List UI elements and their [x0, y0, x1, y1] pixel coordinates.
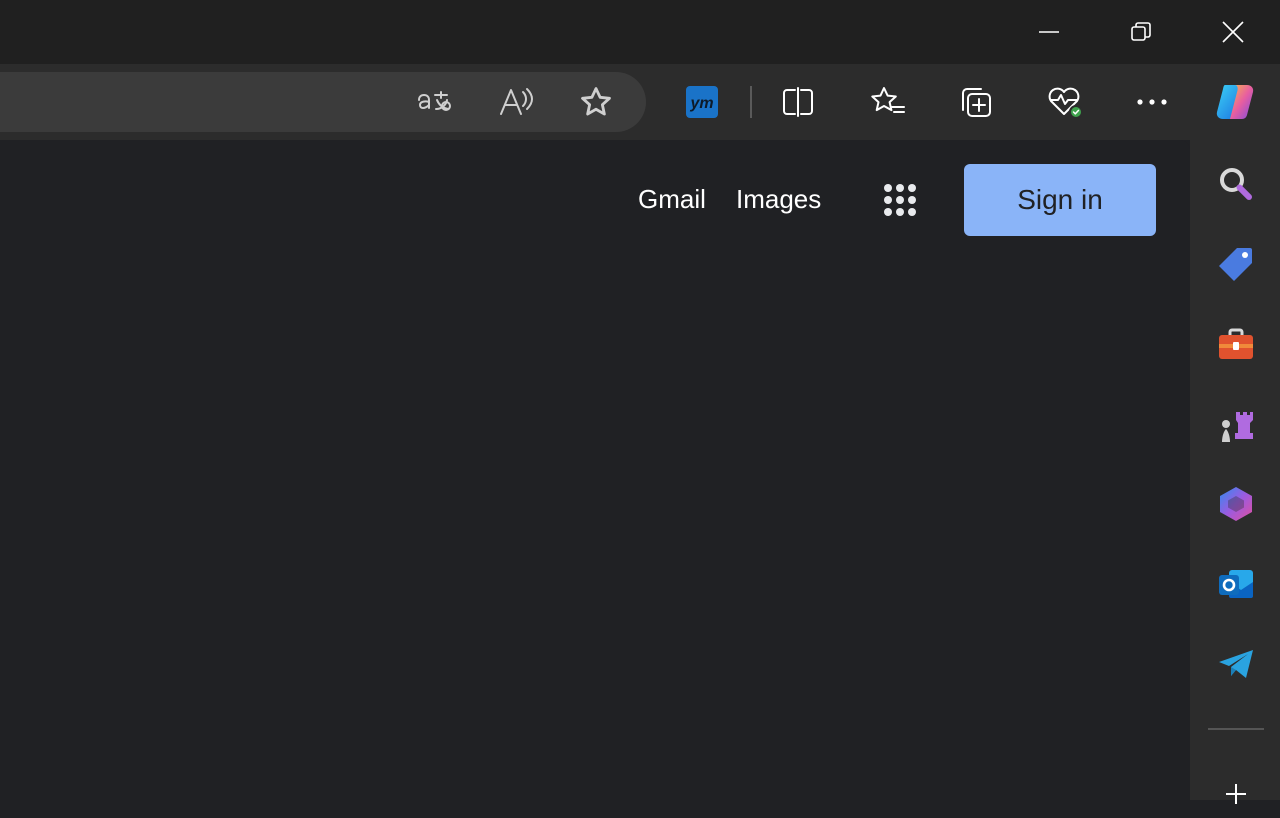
sidebar-item-outlook[interactable]: [1212, 560, 1260, 608]
copilot-button[interactable]: [1210, 76, 1262, 128]
yandex-music-extension-icon: ym: [686, 86, 718, 118]
edge-sidebar: [1190, 140, 1280, 800]
restore-button[interactable]: [1118, 8, 1164, 56]
address-bar[interactable]: [0, 72, 646, 132]
translate-icon: [418, 91, 451, 111]
minimize-icon: [1039, 31, 1059, 33]
sidebar-item-microsoft365[interactable]: [1212, 480, 1260, 528]
svg-text:ym: ym: [689, 95, 713, 112]
sidebar-divider: [1208, 728, 1264, 730]
collections-icon: [962, 88, 991, 117]
read-aloud-button[interactable]: [492, 78, 540, 126]
minimize-button[interactable]: [1026, 8, 1072, 56]
browser-toolbar: ym: [0, 64, 1280, 140]
games-icon: [1222, 412, 1253, 442]
search-icon: [1220, 168, 1252, 200]
sidebar-add-button[interactable]: [1212, 770, 1260, 818]
browser-essentials-button[interactable]: [1040, 78, 1088, 126]
telegram-icon: [1219, 650, 1253, 678]
extension-button[interactable]: ym: [678, 78, 726, 126]
tools-icon: [1219, 328, 1253, 359]
more-icon: [1137, 99, 1167, 105]
split-screen-button[interactable]: [774, 78, 822, 126]
favorite-button[interactable]: [572, 78, 620, 126]
close-icon: [1222, 21, 1244, 43]
images-link[interactable]: Images: [736, 184, 821, 215]
favorite-star-icon: [581, 87, 611, 116]
more-button[interactable]: [1128, 78, 1176, 126]
sidebar-item-games[interactable]: [1212, 400, 1260, 448]
split-screen-icon: [783, 87, 813, 117]
outlook-icon: [1219, 570, 1253, 598]
shopping-icon: [1219, 248, 1252, 281]
favorites-icon: [871, 87, 905, 113]
copilot-icon: [1216, 85, 1254, 119]
restore-icon: [1131, 22, 1151, 41]
collections-button[interactable]: [952, 78, 1000, 126]
sidebar-item-tools[interactable]: [1212, 320, 1260, 368]
sidebar-item-search[interactable]: [1212, 160, 1260, 208]
add-icon: [1226, 784, 1246, 804]
read-aloud-icon: [500, 88, 533, 115]
title-bar: [0, 0, 1280, 64]
toolbar-divider: [750, 86, 752, 118]
gmail-link[interactable]: Gmail: [638, 184, 706, 215]
sign-in-button[interactable]: Sign in: [964, 164, 1156, 236]
sidebar-item-shopping[interactable]: [1212, 240, 1260, 288]
google-apps-icon[interactable]: [878, 178, 922, 222]
translate-button[interactable]: [412, 78, 460, 126]
page-content: Gmail Images Sign in: [0, 140, 1190, 800]
microsoft365-icon: [1220, 487, 1252, 521]
browser-essentials-icon: [1048, 87, 1083, 119]
sidebar-item-telegram[interactable]: [1212, 640, 1260, 688]
close-button[interactable]: [1210, 8, 1256, 56]
favorites-button[interactable]: [864, 78, 912, 126]
